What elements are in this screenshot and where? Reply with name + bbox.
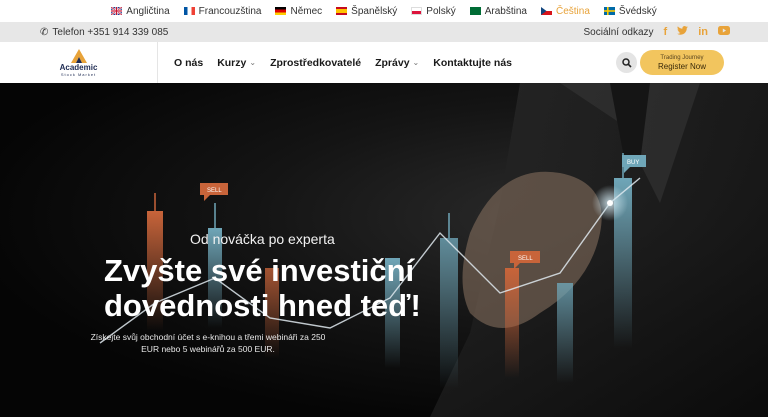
- phone-link[interactable]: ✆ Telefon +351 914 339 085: [40, 27, 168, 38]
- logo-name: Academic: [59, 62, 98, 72]
- language-label: Francouzština: [198, 5, 262, 17]
- phone-number: Telefon +351 914 339 085: [52, 26, 169, 38]
- language-label: Němec: [290, 5, 323, 17]
- spain-flag-icon: [336, 7, 348, 15]
- hero-banner: SELL SELL BUY Od nováčka po experta Zvyš…: [0, 83, 768, 417]
- social-links: Sociální odkazy f in: [583, 26, 730, 38]
- language-label: Arabština: [484, 5, 527, 17]
- language-czech[interactable]: Čeština: [541, 6, 590, 17]
- nav-item-label: Zprávy: [375, 56, 410, 69]
- search-icon: [621, 57, 632, 68]
- cta-subtitle: Trading Journey: [660, 54, 704, 61]
- chart-tag-buy: BUY: [627, 160, 639, 166]
- register-now-button[interactable]: Trading Journey Register Now: [640, 50, 724, 75]
- nav-item-courses[interactable]: Kurzy ⌄: [217, 57, 256, 69]
- language-label: Švédský: [618, 5, 657, 17]
- hero-description: Získejte svůj obchodní účet s e-knihou a…: [90, 332, 326, 354]
- logo-subtitle: Stock Market: [60, 71, 97, 77]
- twitter-icon[interactable]: [677, 26, 689, 38]
- language-label: Čeština: [556, 5, 590, 17]
- nav-menu: O nás Kurzy ⌄ Zprostředkovatelé Zprávy ⌄…: [158, 57, 512, 69]
- language-french[interactable]: Francouzština: [183, 5, 262, 17]
- hero-kicker: Od nováčka po experta: [190, 231, 335, 247]
- search-button[interactable]: [616, 52, 637, 73]
- language-label: Polský: [426, 5, 456, 17]
- poland-flag-icon: [411, 7, 423, 15]
- nav-item-label: Zprostředkovatelé: [270, 56, 362, 69]
- chevron-down-icon: ⌄: [249, 58, 257, 67]
- nav-item-label: O nás: [174, 56, 204, 69]
- linkedin-icon[interactable]: in: [698, 26, 708, 38]
- contact-bar: ✆ Telefon +351 914 339 085 Sociální odka…: [0, 22, 768, 42]
- france-flag-icon: [183, 7, 195, 15]
- nav-item-contact[interactable]: Kontaktujte nás: [433, 57, 512, 69]
- main-navigation: Academic Stock Market O nás Kurzy ⌄ Zpro…: [0, 42, 768, 83]
- phone-icon: ✆: [40, 26, 49, 38]
- academic-logo[interactable]: Academic Stock Market: [0, 42, 158, 83]
- saudi-flag-icon: [469, 7, 481, 15]
- language-polish[interactable]: Polský: [411, 5, 456, 17]
- nav-item-news[interactable]: Zprávy ⌄: [375, 57, 419, 69]
- facebook-icon[interactable]: f: [664, 26, 668, 38]
- nav-item-brokers[interactable]: Zprostředkovatelé: [270, 57, 361, 69]
- czech-flag-icon: [541, 7, 552, 15]
- language-label: Španělský: [351, 5, 398, 17]
- logo-mountain-icon: [70, 48, 87, 63]
- trading-chart-illustration: SELL SELL BUY: [99, 83, 768, 417]
- language-german[interactable]: Němec: [275, 6, 322, 17]
- social-label: Sociální odkazy: [583, 26, 654, 38]
- language-spanish[interactable]: Španělský: [336, 6, 397, 17]
- chart-tag-sell: SELL: [207, 188, 222, 194]
- language-bar: Angličtina Francouzština Němec Španělský…: [0, 0, 768, 22]
- nav-item-label: Kurzy: [217, 56, 247, 69]
- language-label: Angličtina: [126, 5, 170, 17]
- nav-item-about[interactable]: O nás: [174, 57, 203, 69]
- cta-label: Register Now: [657, 61, 706, 71]
- language-swedish[interactable]: Švédský: [603, 5, 657, 17]
- sweden-flag-icon: [603, 7, 615, 15]
- chart-tag-sell: SELL: [518, 256, 533, 262]
- chevron-down-icon: ⌄: [412, 58, 420, 67]
- youtube-icon[interactable]: [718, 26, 730, 38]
- germany-flag-icon: [275, 7, 287, 15]
- uk-flag-icon: [111, 7, 123, 15]
- hero-headline: Zvyšte své investiční dovednosti hned te…: [104, 253, 421, 323]
- nav-item-label: Kontaktujte nás: [433, 56, 513, 69]
- language-english[interactable]: Angličtina: [111, 5, 170, 17]
- language-arabic[interactable]: Arabština: [469, 5, 527, 17]
